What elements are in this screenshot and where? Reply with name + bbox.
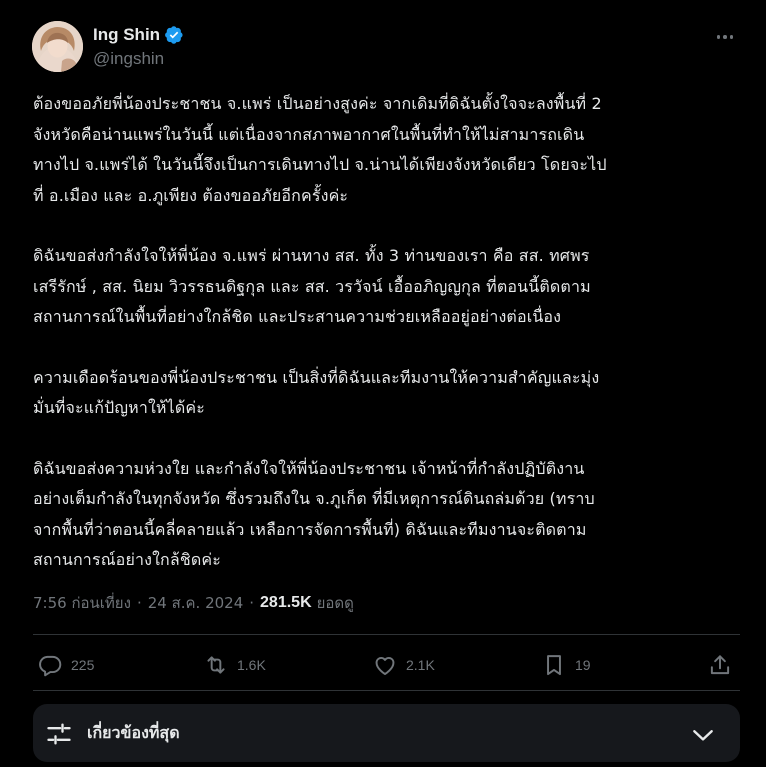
heart-icon — [375, 657, 395, 675]
post-paragraph: ดิฉันขอส่งความห่วงใย และกำลังใจให้พี่น้อ… — [33, 458, 595, 570]
avatar[interactable] — [32, 21, 83, 72]
repost-button[interactable]: 1.6K — [203, 647, 266, 683]
action-bar: 225 1.6K 2.1K 19 — [33, 647, 740, 683]
reply-button[interactable]: 225 — [37, 647, 94, 683]
post-paragraph: ต้องขออภัยพี่น้องประชาชน จ.แพร่ เป็นอย่า… — [33, 94, 607, 205]
verified-badge-icon[interactable] — [164, 25, 184, 45]
divider — [33, 690, 740, 691]
reply-count: 225 — [71, 657, 95, 673]
views-label: ยอดดู — [316, 594, 354, 612]
display-name[interactable]: Ing Shin — [93, 25, 160, 45]
post-time[interactable]: 7:56 ก่อนเที่ยง — [33, 591, 131, 615]
chevron-down-icon — [693, 730, 713, 741]
share-button[interactable] — [707, 647, 733, 683]
sliders-icon — [47, 723, 71, 745]
author-handle[interactable]: @ingshin — [93, 49, 184, 69]
like-button[interactable]: 2.1K — [372, 647, 435, 683]
reply-icon — [39, 655, 62, 677]
display-name-row: Ing Shin — [93, 22, 184, 48]
post-paragraph: ความเดือดร้อนของพี่น้องประชาชน เป็นสิ่งท… — [33, 367, 600, 418]
post-paragraph: ดิฉันขอส่งกำลังใจให้พี่น้อง จ.แพร่ ผ่านท… — [33, 246, 591, 326]
meta-separator: · — [249, 594, 255, 612]
repost-icon — [207, 656, 225, 674]
bookmark-button[interactable]: 19 — [541, 647, 591, 683]
repost-count: 1.6K — [237, 657, 266, 673]
bookmark-count: 19 — [575, 657, 591, 673]
like-count: 2.1K — [406, 657, 435, 673]
share-icon — [710, 655, 730, 675]
bookmark-icon — [547, 655, 561, 676]
divider — [33, 634, 740, 635]
views-count[interactable]: 281.5K — [260, 594, 312, 612]
post-date[interactable]: 24 ส.ค. 2024 — [148, 591, 244, 615]
post-meta: 7:56 ก่อนเที่ยง · 24 ส.ค. 2024 · 281.5K … — [33, 590, 354, 616]
post-detail: Ing Shin @ingshin ต้องขออภัยพี่น้องประชา… — [0, 0, 766, 767]
post-text: ต้องขออภัยพี่น้องประชาชน จ.แพร่ เป็นอย่า… — [33, 89, 745, 576]
author-info: Ing Shin @ingshin — [93, 22, 184, 69]
reply-sort-label: เกี่ยวข้องที่สุด — [87, 723, 180, 742]
more-options-icon[interactable] — [714, 26, 736, 48]
post-header: Ing Shin @ingshin — [32, 20, 744, 74]
meta-separator: · — [136, 594, 142, 612]
reply-sort-dropdown[interactable]: เกี่ยวข้องที่สุด — [33, 704, 740, 762]
